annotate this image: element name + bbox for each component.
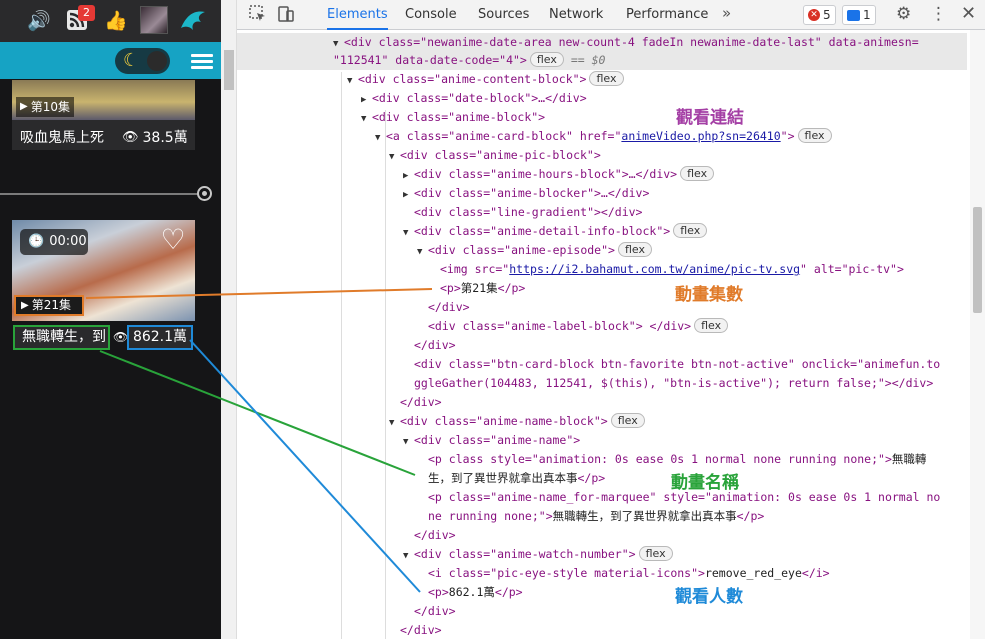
dom-node[interactable]: <i class="pic-eye-style material-icons">… (237, 564, 967, 583)
anime-name-highlighted: 無職轉生，到 (13, 325, 110, 350)
inspect-element-icon[interactable] (249, 5, 267, 23)
progress-slider-track[interactable] (0, 193, 205, 195)
dom-node[interactable]: ▼ <div class="newanime-date-area new-coun… (237, 33, 967, 52)
dom-node[interactable]: </div> (237, 298, 967, 317)
error-count-badge[interactable]: ✕ 5 (803, 5, 836, 25)
time-chip: 🕒 00:00 (20, 229, 88, 255)
episode-label-highlighted: ▶ 第21集 (14, 295, 84, 316)
site-scrollbar[interactable] (221, 0, 237, 639)
device-toolbar-icon[interactable] (277, 5, 295, 23)
tab-performance[interactable]: Performance (626, 0, 708, 30)
anime-site-panel: 🔊 2 👍 ☾ ▶ 第10集 吸血鬼馬上死 👁 38.5萬 🕒 00:00 ♡ … (0, 0, 221, 639)
screen: 🔊 2 👍 ☾ ▶ 第10集 吸血鬼馬上死 👁 38.5萬 🕒 00:00 ♡ … (0, 0, 985, 639)
site-topbar: 🔊 2 👍 (0, 0, 221, 42)
play-icon: ▶ (20, 101, 28, 112)
dom-node[interactable]: <img src="https://i2.bahamut.com.tw/anim… (237, 260, 967, 279)
devtools-panel: Elements Console Sources Network Perform… (237, 0, 985, 639)
dark-mode-toggle[interactable]: ☾ (115, 48, 170, 74)
clock-icon: 🕒 (28, 234, 45, 249)
tab-network[interactable]: Network (549, 0, 603, 30)
devtools-tabbar: Elements Console Sources Network Perform… (237, 0, 985, 30)
devtools-scrollbar[interactable] (970, 30, 985, 639)
dom-node[interactable]: </div> (237, 526, 967, 545)
eye-icon: 👁 (113, 330, 129, 344)
dom-node[interactable]: </div> (237, 336, 967, 355)
close-icon[interactable]: ✕ (961, 3, 976, 24)
site-navbar (0, 42, 221, 79)
episode-label: ▶ 第10集 (16, 97, 74, 117)
dom-node[interactable]: ▼ <div class="anime-watch-number"> flex (237, 545, 967, 564)
toggle-knob (147, 51, 167, 71)
dom-node[interactable]: "112541" data-date-code="4"> flex == $0 (237, 51, 967, 70)
anime-name-bar: 吸血鬼馬上死 👁 38.5萬 (12, 120, 195, 150)
annotation-link: 觀看連結 (676, 108, 744, 128)
dom-node[interactable]: ggleGather(104483, 112541, $(this), "btn… (237, 374, 967, 393)
dom-node[interactable]: <div class="anime-label-block"> </div> fl… (237, 317, 967, 336)
play-icon: ▶ (21, 300, 29, 311)
eye-icon: 👁 (122, 129, 139, 145)
view-count-highlighted: 862.1萬 (127, 325, 193, 350)
hamburger-menu-icon[interactable] (191, 54, 213, 70)
dom-node[interactable]: ▶ <div class="date-block">…</div> (237, 89, 967, 108)
annotation-name: 動畫名稱 (671, 473, 739, 493)
dom-node[interactable]: </div> (237, 621, 967, 639)
dom-node[interactable]: <p class="anime-name_for-marquee" style=… (237, 488, 967, 507)
speaker-icon[interactable]: 🔊 (26, 6, 52, 34)
dom-node[interactable]: ▼ <div class="anime-name"> (237, 431, 967, 450)
dom-node[interactable]: <div class="btn-card-block btn-favorite … (237, 355, 967, 374)
message-count-badge[interactable]: 1 (842, 5, 876, 25)
dom-node[interactable]: </div> (237, 602, 967, 621)
progress-slider-handle[interactable] (197, 186, 212, 201)
anime-card-2[interactable]: 🕒 00:00 ♡ ▶ 第21集 無職轉生，到 👁 862.1萬 (12, 220, 195, 351)
error-icon: ✕ (808, 9, 820, 21)
dragon-logo-icon[interactable] (178, 6, 208, 34)
anime-name: 吸血鬼馬上死 (20, 130, 104, 146)
dom-node[interactable]: 生，到了異世界就拿出真本事</p> (237, 469, 967, 488)
dom-node[interactable]: <div class="line-gradient"></div> (237, 203, 967, 222)
tab-elements[interactable]: Elements (327, 0, 388, 30)
annotation-episodes: 動畫集數 (675, 285, 743, 305)
annotation-views: 觀看人數 (675, 587, 743, 607)
anime-card-1[interactable]: ▶ 第10集 吸血鬼馬上死 👁 38.5萬 (12, 80, 195, 150)
dom-node[interactable]: ▶ <div class="anime-hours-block">…</div> f… (237, 165, 967, 184)
dom-node[interactable]: <p>第21集</p> (237, 279, 967, 298)
message-icon (847, 9, 860, 21)
view-count: 👁 38.5萬 (122, 129, 188, 147)
dom-node[interactable]: ▼ <div class="anime-block"> (237, 108, 967, 127)
dom-node[interactable]: <p class style="animation: 0s ease 0s 1 … (237, 450, 967, 469)
notification-badge: 2 (78, 5, 95, 21)
tab-console[interactable]: Console (405, 0, 457, 30)
avatar[interactable] (140, 6, 168, 34)
dom-node[interactable]: </div> (237, 393, 967, 412)
dom-node[interactable]: ▼ <div class="anime-content-block"> flex (237, 70, 967, 89)
dom-node[interactable]: ▼ <a class="anime-card-block" href="anime… (237, 127, 967, 146)
dom-node[interactable]: ▼ <div class="anime-detail-info-block"> fl… (237, 222, 967, 241)
dom-node[interactable]: ▼ <div class="anime-name-block"> flex (237, 412, 967, 431)
gear-icon[interactable]: ⚙ (896, 4, 911, 24)
favorite-heart-icon[interactable]: ♡ (158, 226, 188, 254)
more-tabs-button[interactable]: » (722, 4, 731, 22)
dom-node[interactable]: ne running none;">無職轉生，到了異世界就拿出真本事</p> (237, 507, 967, 526)
moon-icon: ☾ (123, 50, 140, 71)
thumbs-up-icon[interactable]: 👍 (104, 6, 128, 34)
more-options-icon[interactable]: ⋮ (930, 4, 947, 24)
dom-node[interactable]: <p>862.1萬</p> (237, 583, 967, 602)
dom-tree: ··· ▼<div class="newanime-date-area new-… (237, 32, 985, 639)
dom-node[interactable]: ▼ <div class="anime-pic-block"> (237, 146, 967, 165)
dom-node[interactable]: ▼ <div class="anime-episode"> flex (237, 241, 967, 260)
tab-sources[interactable]: Sources (478, 0, 529, 30)
dom-node[interactable]: ▶ <div class="anime-blocker">…</div> (237, 184, 967, 203)
